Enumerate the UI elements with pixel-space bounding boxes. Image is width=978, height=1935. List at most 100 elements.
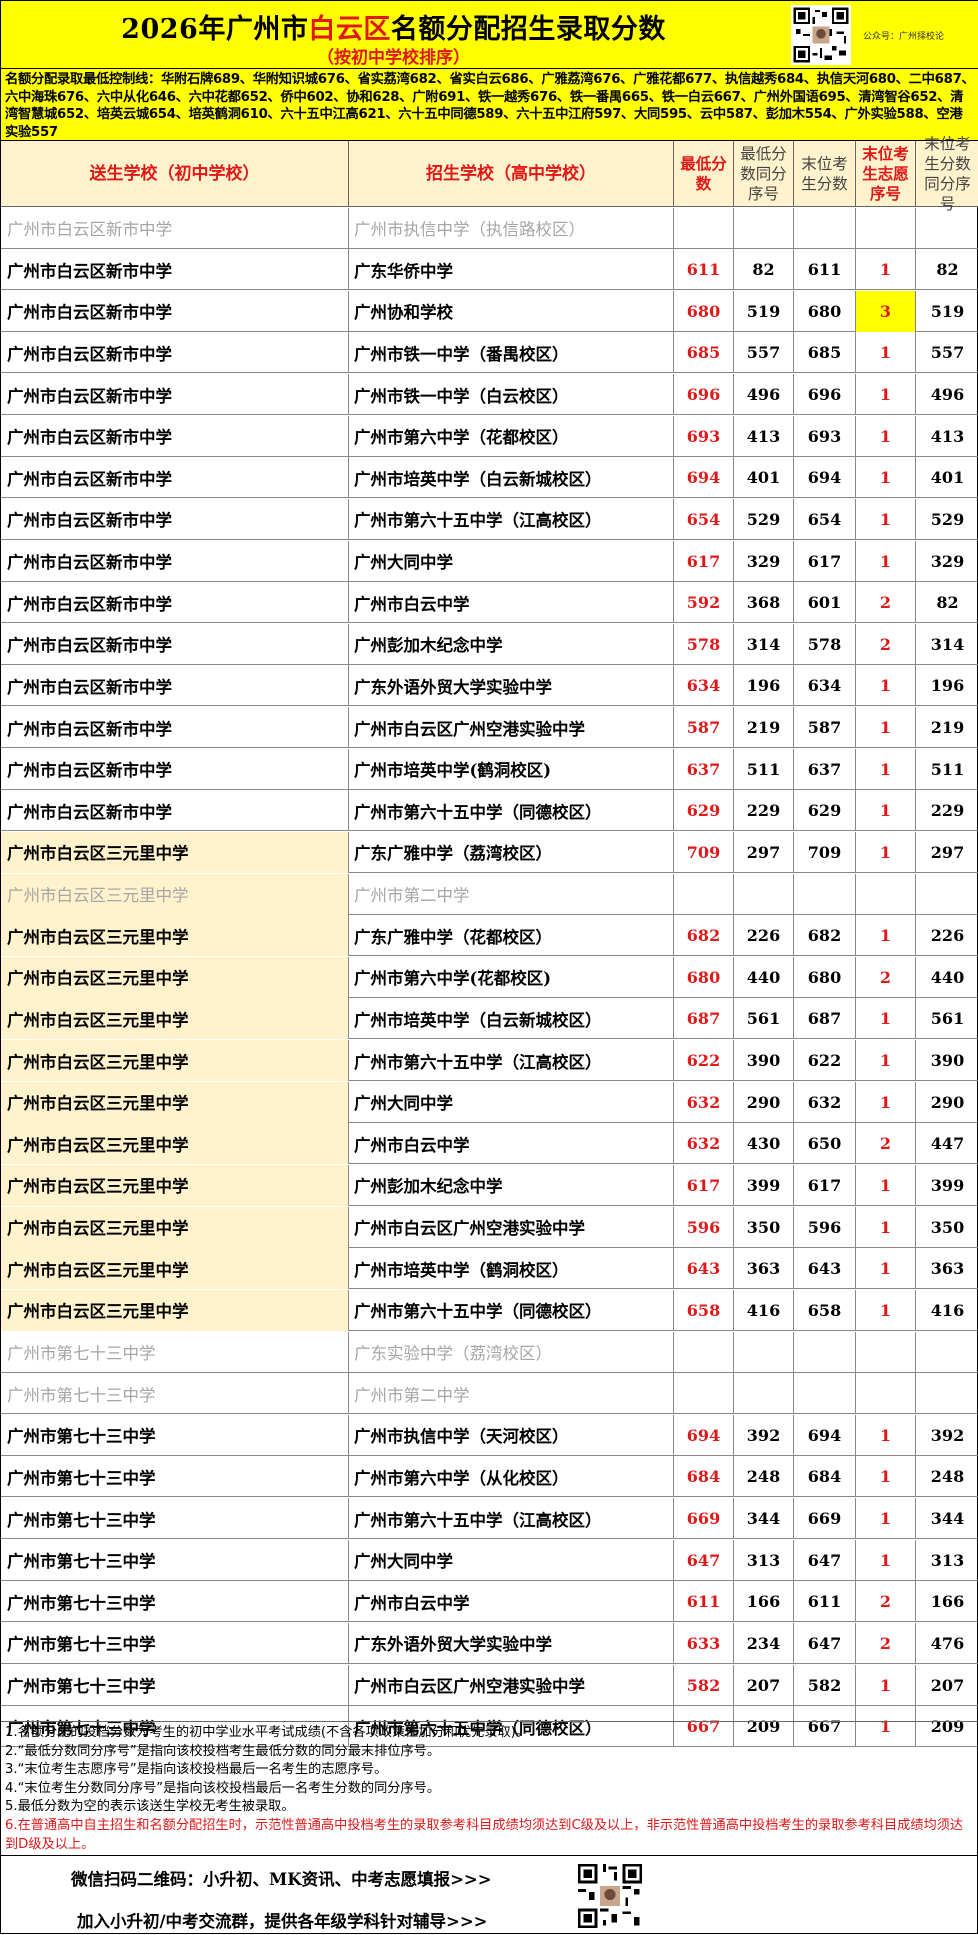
min-score-cell [674,207,734,249]
volunteer-cell: 1 [856,665,916,707]
min-score-cell: 633 [674,1622,734,1664]
to-school-cell: 广东实验中学（荔湾校区） [349,1331,674,1373]
to-school-cell: 广州协和学校 [349,290,674,332]
last-rank-cell: 561 [930,1009,965,1029]
from-school-cell: 广州市白云区三元里中学 [1,1289,349,1331]
table-row: 广州市白云区三元里中学 广州市第六十五中学（江高校区） 622 390 622 1 390 [1,1040,978,1082]
min-score-cell: 684 [674,1456,734,1498]
last-rank-cell: 392 [930,1425,965,1445]
min-score-cell: 680 [674,290,734,332]
table-row: 广州市第七十三中学 广州市第六中学（从化校区） 684 248 684 1 248 [1,1456,978,1498]
volunteer-cell: 1 [856,1289,916,1331]
from-school-cell: 广州市第七十三中学 [1,1539,349,1581]
last-rank-cell: 350 [930,1217,965,1237]
volunteer-cell: 1 [856,915,916,957]
qr-code-icon[interactable] [575,1861,645,1931]
to-school-cell: 广东广雅中学（花都校区） [349,915,674,957]
note-6: 6.在普通高中自主招生和名额分配招生时，示范性普通高中投档考生的录取参考科目成绩… [5,1817,964,1852]
header-from-school: 送生学校（初中学校） [1,141,349,207]
min-score-cell: 632 [674,1081,734,1123]
table-row: 广州市白云区新市中学 广州彭加木纪念中学 578 314 578 2 314 [1,623,978,665]
volunteer-cell: 1 [856,1248,916,1290]
min-score-cell: 694 [674,1414,734,1456]
table-row: 广州市第七十三中学 广东实验中学（荔湾校区） [1,1331,978,1373]
min-score-cell: 622 [674,1040,734,1082]
header-min-rank: 最低分数同分序号 [734,141,794,207]
min-rank-cell: 297 [734,831,794,873]
to-school-cell: 广州市第二中学 [349,873,674,915]
last-score-cell: 669 [794,1498,856,1540]
last-score-cell: 596 [794,1206,856,1248]
from-school-cell: 广州市白云区三元里中学 [1,1123,349,1165]
volunteer-cell: 1 [856,1081,916,1123]
volunteer-cell: 1 [856,831,916,873]
min-score-cell: 596 [674,1206,734,1248]
from-school-cell: 广州市第七十三中学 [1,1456,349,1498]
volunteer-cell: 1 [856,1498,916,1540]
min-rank-cell [734,1373,794,1415]
table-row: 广州市白云区三元里中学 广州市培英中学（白云新城校区） 687 561 687 1 561 [1,998,978,1040]
last-score-cell: 647 [794,1539,856,1581]
table-row: 广州市白云区三元里中学 广州彭加木纪念中学 617 399 617 1 399 [1,1164,978,1206]
table-row: 广州市白云区新市中学 广州市白云区广州空港实验中学 587 219 587 1 219 [1,707,978,749]
last-score-cell: 685 [794,332,856,374]
to-school-cell: 广州大同中学 [349,1081,674,1123]
qr-code-icon [791,5,851,65]
min-score-cell: 694 [674,457,734,499]
from-school-cell: 广州市白云区新市中学 [1,790,349,832]
account-label: 公众号：广州择校论 [863,32,945,42]
volunteer-cell: 1 [856,790,916,832]
header-banner: 2026年广州市白云区名额分配招生录取分数 （按初中学校排序） 公众号：广州择校… [1,1,978,69]
volunteer-cell: 1 [856,1414,916,1456]
min-rank-cell: 401 [734,457,794,499]
to-school-cell: 广州大同中学 [349,1539,674,1581]
min-score-cell: 685 [674,332,734,374]
to-school-cell: 广州市第六十五中学（江高校区） [349,1498,674,1540]
min-rank-cell: 511 [734,748,794,790]
last-rank-cell: 557 [930,343,965,363]
min-rank-cell: 219 [734,707,794,749]
title-district: 白云区 [308,14,391,45]
to-school-cell: 广州市执信中学（天河校区） [349,1414,674,1456]
min-rank-cell: 313 [734,1539,794,1581]
last-rank-cell: 413 [930,426,965,446]
from-school-cell: 广州市白云区新市中学 [1,665,349,707]
min-score-cell: 617 [674,540,734,582]
last-rank-cell: 313 [930,1550,965,1570]
min-rank-cell: 82 [734,249,794,291]
title-suffix: 名额分配招生录取分数 [390,14,666,45]
to-school-cell: 广州市白云中学 [349,582,674,624]
min-score-cell: 696 [674,374,734,416]
min-rank-cell: 350 [734,1206,794,1248]
min-rank-cell: 440 [734,956,794,998]
min-score-cell: 611 [674,1581,734,1623]
volunteer-cell: 1 [856,540,916,582]
from-school-cell: 广州市白云区新市中学 [1,415,349,457]
from-school-cell: 广州市白云区新市中学 [1,623,349,665]
min-score-cell [674,1331,734,1373]
to-school-cell: 广州市第六中学(花都校区) [349,956,674,998]
from-school-cell: 广州市第七十三中学 [1,1581,349,1623]
min-rank-cell: 329 [734,540,794,582]
volunteer-cell: 1 [856,249,916,291]
min-rank-cell: 390 [734,1040,794,1082]
min-rank-cell: 290 [734,1081,794,1123]
min-rank-cell: 314 [734,623,794,665]
to-school-cell: 广东外语外贸大学实验中学 [349,1622,674,1664]
min-score-cell: 687 [674,998,734,1040]
min-score-cell: 582 [674,1664,734,1706]
last-score-cell: 617 [794,1164,856,1206]
from-school-cell: 广州市白云区新市中学 [1,249,349,291]
last-score-cell: 601 [794,582,856,624]
table-row: 广州市白云区三元里中学 广州大同中学 632 290 632 1 290 [1,1081,978,1123]
table-row: 广州市白云区新市中学 广州市第六十五中学（同德校区） 629 229 629 1 229 [1,790,978,832]
min-score-cell: 634 [674,665,734,707]
from-school-cell: 广州市白云区新市中学 [1,582,349,624]
table-row: 广州市白云区新市中学 广州市第六中学（花都校区） 693 413 693 1 413 [1,415,978,457]
last-score-cell: 622 [794,1040,856,1082]
from-school-cell: 广州市第七十三中学 [1,1373,349,1415]
from-school-cell: 广州市第七十三中学 [1,1414,349,1456]
min-score-cell [674,873,734,915]
note-1: 1.名额分配的投档分数为考生的初中学业水平考试成绩(不含各项政策性加分和优先录取… [5,1725,529,1740]
from-school-cell: 广州市白云区新市中学 [1,207,349,249]
